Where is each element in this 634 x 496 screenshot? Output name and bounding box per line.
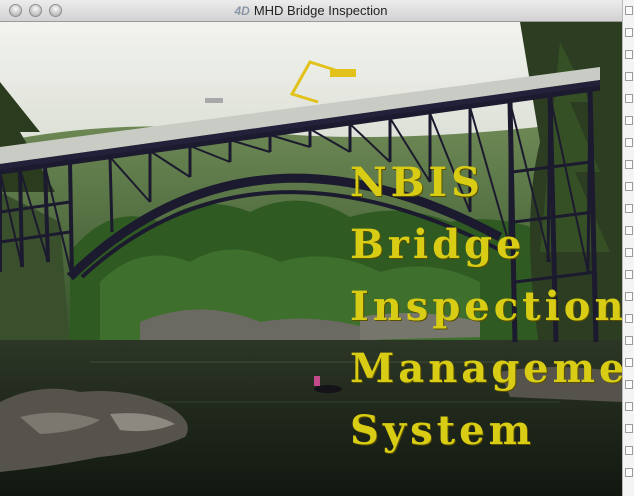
splash-image: NBIS Bridge Inspection Management System	[0, 22, 622, 496]
splash-line-inspection: Inspection	[350, 283, 622, 330]
title-bar[interactable]: 4D MHD Bridge Inspection	[0, 0, 622, 22]
background-checkbox	[625, 402, 633, 411]
background-checkbox	[625, 380, 633, 389]
background-checkbox	[625, 248, 633, 257]
background-checkbox	[625, 6, 633, 15]
background-checkbox	[625, 226, 633, 235]
background-checkbox	[625, 160, 633, 169]
background-checkbox	[625, 468, 633, 477]
splash-title: NBIS Bridge Inspection Management System	[350, 152, 622, 462]
background-checkbox	[625, 270, 633, 279]
background-checkbox	[625, 50, 633, 59]
background-checkbox	[625, 94, 633, 103]
background-checkbox	[625, 138, 633, 147]
splash-line-nbis: NBIS	[350, 159, 484, 206]
app-4d-icon: 4D	[234, 4, 250, 18]
background-checkbox	[625, 292, 633, 301]
background-checkbox	[625, 116, 633, 125]
app-window: 4D MHD Bridge Inspection NBIS Bridge Ins…	[0, 0, 622, 496]
background-checkbox	[625, 446, 633, 455]
background-checkbox	[625, 72, 633, 81]
splash-line-management: Management	[350, 345, 622, 392]
background-checkbox	[625, 28, 633, 37]
background-checkbox	[625, 182, 633, 191]
window-title-group: 4D MHD Bridge Inspection	[0, 0, 622, 22]
background-checkbox	[625, 314, 633, 323]
background-checkbox	[625, 358, 633, 367]
background-checkbox	[625, 204, 633, 213]
splash-line-system: System	[350, 407, 535, 454]
background-checkbox	[625, 424, 633, 433]
window-title: MHD Bridge Inspection	[253, 3, 388, 18]
background-window-edge	[622, 0, 634, 496]
background-checkbox	[625, 336, 633, 345]
splash-line-bridge: Bridge	[350, 221, 526, 268]
